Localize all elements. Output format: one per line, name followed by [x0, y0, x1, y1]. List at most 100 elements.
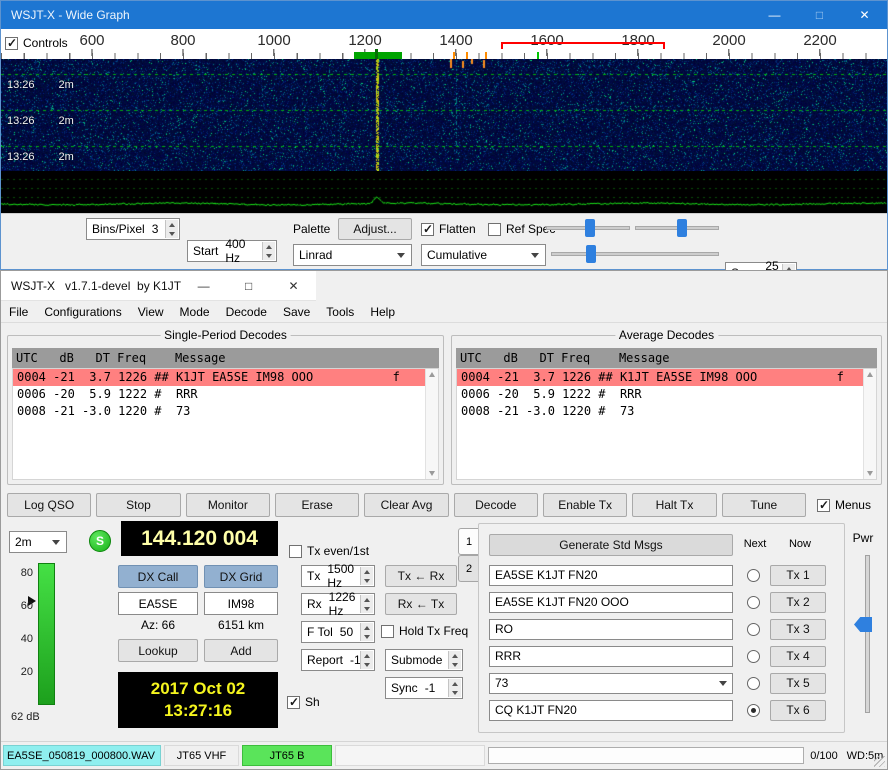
- dx-grid-field[interactable]: IM98: [204, 592, 278, 615]
- bins-pixel-spinner[interactable]: Bins/Pixel 3: [86, 218, 180, 240]
- tab-2[interactable]: 2: [458, 555, 479, 582]
- add-button[interactable]: Add: [204, 639, 278, 662]
- wide-graph-titlebar[interactable]: WSJT-X - Wide Graph — □ ✕: [1, 1, 887, 29]
- maximize-button[interactable]: □: [797, 1, 842, 29]
- tx-1-button[interactable]: Tx 1: [770, 565, 826, 586]
- menus-checkbox[interactable]: Menus: [817, 498, 883, 512]
- menu-view[interactable]: View: [130, 305, 172, 319]
- menu-file[interactable]: File: [1, 305, 36, 319]
- resize-grip[interactable]: [874, 756, 885, 767]
- lookup-button[interactable]: Lookup: [118, 639, 198, 662]
- next-radio-6[interactable]: [747, 704, 760, 717]
- maximize-button[interactable]: □: [226, 271, 271, 300]
- slider-handle[interactable]: [586, 245, 596, 263]
- tx-5-button[interactable]: Tx 5: [770, 673, 826, 694]
- clear-avg-button[interactable]: Clear Avg: [364, 493, 448, 517]
- erase-button[interactable]: Erase: [275, 493, 359, 517]
- minimize-button[interactable]: —: [181, 271, 226, 300]
- next-radio-2[interactable]: [747, 596, 760, 609]
- sh-checkbox[interactable]: Sh: [287, 695, 320, 709]
- menu-tools[interactable]: Tools: [318, 305, 362, 319]
- display-mode-combo[interactable]: Cumulative: [421, 244, 546, 266]
- tx-message-field-6[interactable]: CQ K1JT FN20: [489, 700, 733, 721]
- main-titlebar[interactable]: WSJT-X v1.7.1-devel by K1JT — □ ✕: [1, 271, 316, 301]
- tx-3-button[interactable]: Tx 3: [770, 619, 826, 640]
- dx-call-button[interactable]: DX Call: [118, 565, 198, 588]
- single-period-decode-list[interactable]: 0004 -21 3.7 1226 ## K1JT EA5SE IM98 OOO…: [12, 368, 439, 480]
- spinner-arrows-icon[interactable]: [165, 220, 178, 238]
- dx-grid-button[interactable]: DX Grid: [204, 565, 278, 588]
- spinner-arrows-icon[interactable]: [448, 651, 461, 669]
- menu-mode[interactable]: Mode: [172, 305, 218, 319]
- spinner-arrows-icon[interactable]: [448, 679, 461, 697]
- tx-2-button[interactable]: Tx 2: [770, 592, 826, 613]
- tx-message-field-2[interactable]: EA5SE K1JT FN20 OOO: [489, 592, 733, 613]
- decode-row[interactable]: 0004 -21 3.7 1226 ## K1JT EA5SE IM98 OOO…: [457, 369, 876, 386]
- controls-checkbox[interactable]: Controls: [5, 36, 68, 50]
- rx-from-tx-button[interactable]: Rx ← Tx: [385, 593, 457, 615]
- hold-tx-freq-checkbox[interactable]: Hold Tx Freq: [381, 624, 468, 638]
- dx-call-field[interactable]: EA5SE: [118, 592, 198, 615]
- minimize-button[interactable]: —: [752, 1, 797, 29]
- sync-spinner[interactable]: Sync -1: [385, 677, 463, 699]
- decode-row[interactable]: 0008 -21 -3.0 1220 # 73: [13, 403, 438, 420]
- waterfall-gain-slider[interactable]: [546, 218, 630, 238]
- spectrum-gain-slider[interactable]: [551, 244, 719, 264]
- tx-message-field-4[interactable]: RRR: [489, 646, 733, 667]
- palette-combo[interactable]: Linrad: [293, 244, 412, 266]
- rx-freq-spinner[interactable]: Rx 1226 Hz: [301, 593, 375, 615]
- decode-row[interactable]: 0008 -21 -3.0 1220 # 73: [457, 403, 876, 420]
- band-combo[interactable]: 2m: [9, 531, 67, 553]
- menu-save[interactable]: Save: [275, 305, 318, 319]
- decode-row[interactable]: 0006 -20 5.9 1222 # RRR: [457, 386, 876, 403]
- spinner-arrows-icon[interactable]: [360, 623, 373, 641]
- waterfall-zero-slider[interactable]: [635, 218, 719, 238]
- menu-configurations[interactable]: Configurations: [36, 305, 129, 319]
- f-tol-spinner[interactable]: F Tol 50: [301, 621, 375, 643]
- monitor-button[interactable]: Monitor: [186, 493, 270, 517]
- next-radio-4[interactable]: [747, 650, 760, 663]
- tx-message-field-5[interactable]: 73: [489, 673, 733, 694]
- tx-freq-spinner[interactable]: Tx 1500 Hz: [301, 565, 375, 587]
- slider-handle[interactable]: [585, 219, 595, 237]
- close-button[interactable]: ✕: [271, 271, 316, 300]
- halt-tx-button[interactable]: Halt Tx: [632, 493, 716, 517]
- spinner-arrows-icon[interactable]: [262, 242, 275, 260]
- scrollbar[interactable]: [425, 369, 438, 479]
- next-radio-3[interactable]: [747, 623, 760, 636]
- submode-spinner[interactable]: Submode B: [385, 649, 463, 671]
- tx-message-field-3[interactable]: RO: [489, 619, 733, 640]
- tune-button[interactable]: Tune: [722, 493, 806, 517]
- rig-status-indicator[interactable]: S: [89, 530, 111, 552]
- spinner-arrows-icon[interactable]: [360, 651, 373, 669]
- scrollbar[interactable]: [863, 369, 876, 479]
- next-radio-5[interactable]: [747, 677, 760, 690]
- decode-row[interactable]: 0006 -20 5.9 1222 # RRR: [13, 386, 438, 403]
- menu-help[interactable]: Help: [362, 305, 403, 319]
- tab-1[interactable]: 1: [458, 528, 479, 555]
- generate-std-msgs-button[interactable]: Generate Std Msgs: [489, 534, 733, 556]
- decode-button[interactable]: Decode: [454, 493, 538, 517]
- decode-row[interactable]: 0004 -21 3.7 1226 ## K1JT EA5SE IM98 OOO…: [13, 369, 438, 386]
- tx-from-rx-button[interactable]: Tx ← Rx: [385, 565, 457, 587]
- average-decode-list[interactable]: 0004 -21 3.7 1226 ## K1JT EA5SE IM98 OOO…: [456, 368, 877, 480]
- pwr-slider-track[interactable]: [865, 555, 870, 713]
- spinner-arrows-icon[interactable]: [360, 595, 373, 613]
- report-spinner[interactable]: Report -15: [301, 649, 375, 671]
- start-freq-spinner[interactable]: Start 400 Hz: [187, 240, 277, 262]
- stop-button[interactable]: Stop: [96, 493, 180, 517]
- log-qso-button[interactable]: Log QSO: [7, 493, 91, 517]
- adjust-button[interactable]: Adjust...: [338, 218, 412, 240]
- menu-decode[interactable]: Decode: [218, 305, 275, 319]
- tx-6-button[interactable]: Tx 6: [770, 700, 826, 721]
- next-radio-1[interactable]: [747, 569, 760, 582]
- close-button[interactable]: ✕: [842, 1, 887, 29]
- pwr-slider-handle[interactable]: [854, 617, 872, 632]
- slider-handle[interactable]: [677, 219, 687, 237]
- tx-even-checkbox[interactable]: Tx even/1st: [289, 544, 369, 558]
- spinner-arrows-icon[interactable]: [360, 567, 373, 585]
- tx-message-field-1[interactable]: EA5SE K1JT FN20: [489, 565, 733, 586]
- enable-tx-button[interactable]: Enable Tx: [543, 493, 627, 517]
- dropdown-arrow-icon[interactable]: [719, 681, 727, 686]
- tx-4-button[interactable]: Tx 4: [770, 646, 826, 667]
